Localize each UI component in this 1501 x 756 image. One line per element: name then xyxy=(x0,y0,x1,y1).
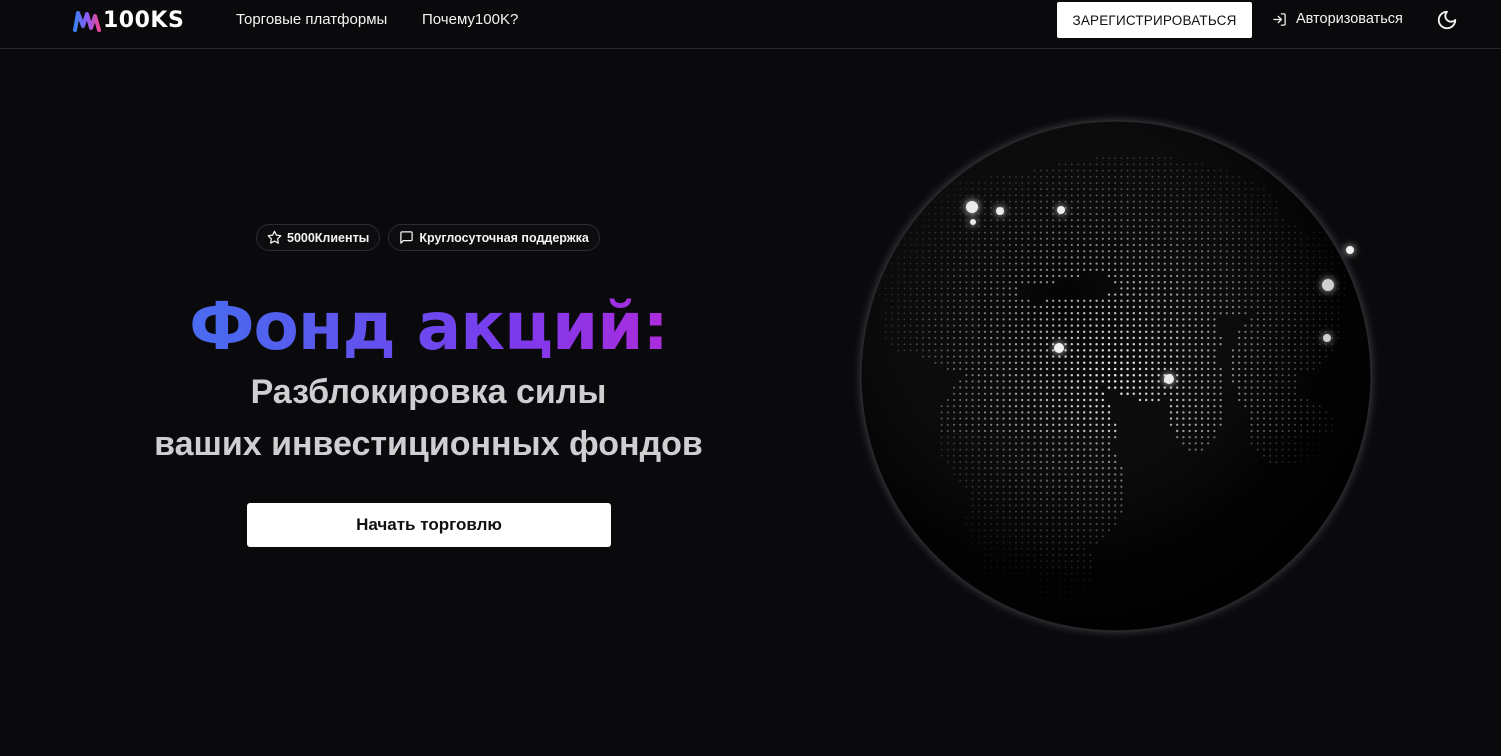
log-in-icon xyxy=(1273,12,1286,26)
clients-badge: 5000Клиенты xyxy=(256,224,381,251)
start-trading-button[interactable]: Начать торговлю xyxy=(247,503,611,547)
nav-link-trading-platforms[interactable]: Торговые платформы xyxy=(236,11,387,29)
logo-wave-icon xyxy=(73,11,101,32)
globe-illustration xyxy=(851,111,1381,641)
top-navigation-bar: 100KS Торговые платформы Почему100K? ЗАР… xyxy=(0,0,1501,49)
message-square-icon xyxy=(400,231,414,244)
city-light-dot xyxy=(1346,246,1354,254)
support-badge: Круглосуточная поддержка xyxy=(388,224,600,251)
hero-subtitle-line-2: ваших инвестиционных фондов xyxy=(154,425,703,463)
hero-title: Фонд акций: xyxy=(0,286,857,368)
nav-link-why-100k[interactable]: Почему100K? xyxy=(422,11,518,29)
hero-subtitle-line-1: Разблокировка силы xyxy=(250,373,607,411)
moon-icon[interactable] xyxy=(1436,9,1458,31)
brand-logo[interactable]: 100KS xyxy=(72,8,184,34)
support-badge-label: Круглосуточная поддержка xyxy=(419,230,589,245)
clients-badge-label: 5000Клиенты xyxy=(287,230,370,245)
register-button[interactable]: ЗАРЕГИСТРИРОВАТЬСЯ xyxy=(1057,2,1252,38)
globe-dotted-map-icon xyxy=(851,111,1381,641)
logo-text: 100KS xyxy=(103,8,185,33)
star-icon xyxy=(267,230,282,244)
login-label: Авторизоваться xyxy=(1296,11,1403,27)
login-link[interactable]: Авторизоваться xyxy=(1272,11,1403,27)
hero-badges: 5000Клиенты Круглосуточная поддержка xyxy=(256,224,600,251)
